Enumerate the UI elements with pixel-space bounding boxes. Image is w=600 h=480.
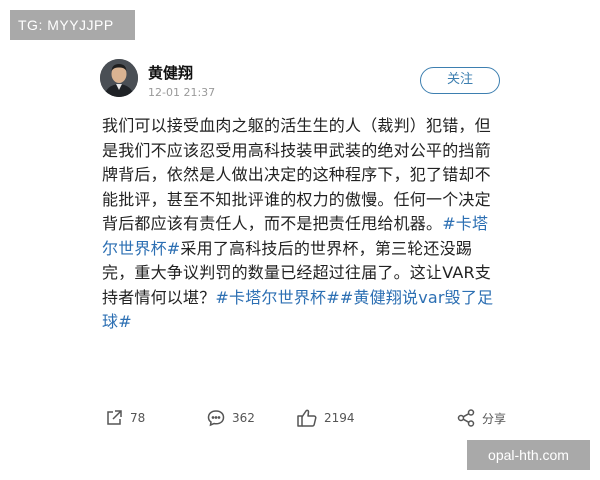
action-bar: 78 362 2194 分享 bbox=[100, 406, 510, 430]
post-content: 我们可以接受血肉之躯的活生生的人（裁判）犯错，但是我们不应该忍受用高科技装甲武装… bbox=[102, 114, 502, 335]
avatar[interactable] bbox=[100, 59, 138, 97]
like-count: 2194 bbox=[324, 411, 355, 425]
share-label: 分享 bbox=[482, 411, 507, 426]
watermark-top-left: TG: MYYJJPP bbox=[10, 10, 135, 40]
hashtag-link[interactable]: #卡塔尔世界杯# bbox=[215, 288, 339, 307]
comment-bubble-icon bbox=[206, 408, 226, 428]
follow-button[interactable]: 关注 bbox=[420, 67, 500, 94]
share-arrow-icon bbox=[104, 408, 124, 428]
repost-button[interactable]: 78 bbox=[104, 406, 145, 430]
weibo-post: 黄健翔 12-01 21:37 关注 我们可以接受血肉之躯的活生生的人（裁判）犯… bbox=[90, 48, 520, 468]
author-name[interactable]: 黄健翔 bbox=[148, 62, 193, 83]
repost-count: 78 bbox=[130, 411, 146, 425]
share-button[interactable]: 分享 bbox=[456, 406, 506, 430]
watermark-bottom-right: opal-hth.com bbox=[467, 440, 590, 470]
post-text: 我们可以接受血肉之躯的活生生的人（裁判）犯错，但是我们不应该忍受用高科技装甲武装… bbox=[102, 116, 491, 233]
comment-button[interactable]: 362 bbox=[206, 406, 255, 430]
like-button[interactable]: 2194 bbox=[296, 406, 355, 430]
thumbs-up-icon bbox=[296, 408, 318, 428]
share-nodes-icon bbox=[456, 408, 476, 428]
post-timestamp: 12-01 21:37 bbox=[148, 86, 216, 99]
comment-count: 362 bbox=[232, 411, 255, 425]
